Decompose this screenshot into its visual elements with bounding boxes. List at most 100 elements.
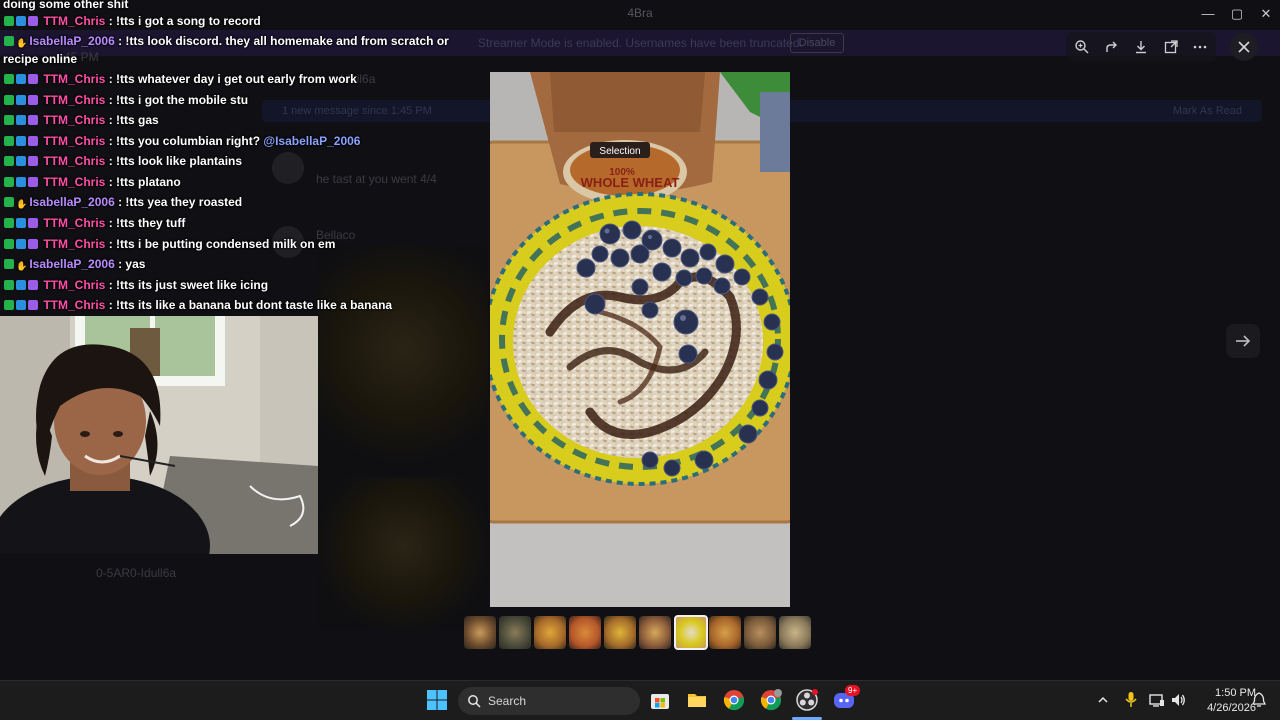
chrome-icon[interactable]: [723, 689, 745, 711]
thumbnail[interactable]: [744, 616, 776, 649]
mod-badge-icon: [4, 300, 14, 310]
microphone-icon[interactable]: [1124, 691, 1138, 709]
chat-line: TTM_Chris : !tts they tuff: [4, 215, 185, 233]
chat-mention[interactable]: @IsabellaP_2006: [263, 134, 360, 148]
chat-username[interactable]: TTM_Chris: [43, 278, 105, 292]
mod-badge-icon: [4, 239, 14, 249]
network-icon[interactable]: [1149, 692, 1165, 708]
message-image[interactable]: [318, 478, 488, 628]
chat-line: TTM_Chris : !tts whatever day i get out …: [4, 71, 357, 89]
prime-badge-icon: [16, 177, 26, 187]
sub-badge-icon: [28, 95, 38, 105]
clock-time: 1:50 PM: [1215, 687, 1256, 699]
hand-badge-icon: ✋: [16, 38, 28, 48]
mod-badge-icon: [4, 218, 14, 228]
chat-line: TTM_Chris : !tts you columbian right? @I…: [4, 133, 360, 151]
sub-badge-icon: [28, 280, 38, 290]
chat-username[interactable]: TTM_Chris: [43, 237, 105, 251]
image-viewer-toolbar: [1066, 32, 1216, 62]
chat-username[interactable]: IsabellaP_2006: [29, 195, 114, 209]
chat-username[interactable]: TTM_Chris: [43, 72, 105, 86]
thumbnail[interactable]: [604, 616, 636, 649]
notification-bell-icon[interactable]: [1252, 692, 1266, 708]
chat-line: ✋ IsabellaP_2006 : !tts yea they roasted: [4, 194, 242, 212]
chevron-up-icon[interactable]: [1097, 694, 1109, 706]
sub-badge-icon: [28, 218, 38, 228]
chat-message: : !tts i be putting condensed milk on em: [108, 237, 336, 251]
discord-notification-badge: 9+: [845, 685, 861, 696]
chat-line: TTM_Chris : !tts look like plantains: [4, 153, 242, 171]
open-external-icon[interactable]: [1163, 39, 1179, 55]
stream-chat-overlay: doing some other shit TTM_Chris : !tts i…: [0, 0, 480, 316]
close-icon: [1238, 41, 1250, 53]
mod-badge-icon: [4, 136, 14, 146]
hand-badge-icon: ✋: [16, 199, 28, 209]
hand-badge-icon: ✋: [16, 261, 28, 271]
chat-line: TTM_Chris : !tts its like a banana but d…: [4, 297, 392, 315]
mod-badge-icon: [4, 16, 14, 26]
chat-line: recipe online: [3, 51, 77, 69]
disable-streamer-mode-button[interactable]: Disable: [790, 33, 844, 53]
chat-username[interactable]: TTM_Chris: [43, 175, 105, 189]
download-icon[interactable]: [1133, 39, 1149, 55]
thumbnail[interactable]: [464, 616, 496, 649]
sub-badge-icon: [28, 239, 38, 249]
zoom-in-icon[interactable]: [1074, 39, 1090, 55]
sub-badge-icon: [28, 16, 38, 26]
chat-username[interactable]: TTM_Chris: [43, 113, 105, 127]
chat-username[interactable]: IsabellaP_2006: [29, 34, 114, 48]
thumbnail[interactable]: [639, 616, 671, 649]
close-viewer-button[interactable]: [1230, 33, 1258, 61]
chat-username[interactable]: TTM_Chris: [43, 93, 105, 107]
viewer-image[interactable]: Selection 100% WHOLE WHEAT: [490, 72, 790, 607]
chat-line: TTM_Chris : !tts gas: [4, 112, 159, 130]
thumbnail[interactable]: [709, 616, 741, 649]
sub-badge-icon: [28, 156, 38, 166]
more-options-icon[interactable]: [1192, 39, 1208, 55]
chat-username[interactable]: TTM_Chris: [43, 134, 105, 148]
channel-list-item[interactable]: 0-5AR0-Idull6a: [96, 566, 176, 580]
next-image-button[interactable]: [1226, 324, 1260, 358]
chat-message: : !tts platano: [108, 175, 181, 189]
system-clock[interactable]: 1:50 PM 4/26/2026: [1186, 686, 1256, 716]
microsoft-store-icon[interactable]: [649, 689, 671, 711]
mark-as-read-button[interactable]: Mark As Read: [1173, 105, 1242, 117]
prime-badge-icon: [16, 95, 26, 105]
chat-username[interactable]: TTM_Chris: [43, 154, 105, 168]
thumbnail[interactable]: [779, 616, 811, 649]
webcam-feed: [0, 316, 318, 554]
prime-badge-icon: [16, 115, 26, 125]
chat-line: TTM_Chris : !tts its just sweet like ici…: [4, 277, 268, 295]
chat-username[interactable]: IsabellaP_2006: [29, 257, 114, 271]
chat-line: doing some other shit: [3, 0, 128, 14]
mod-badge-icon: [4, 95, 14, 105]
mod-badge-icon: [4, 156, 14, 166]
streamer-mode-text: Streamer Mode is enabled. Usernames have…: [478, 36, 803, 50]
obs-icon[interactable]: [796, 689, 818, 711]
thumbnail-active[interactable]: [674, 615, 708, 650]
mod-badge-icon: [4, 177, 14, 187]
chat-message: : !tts look discord. they all homemake a…: [118, 34, 449, 48]
thumbnail[interactable]: [499, 616, 531, 649]
chat-line: TTM_Chris : !tts i got a song to record: [4, 13, 261, 31]
close-window-icon[interactable]: ✕: [1258, 6, 1274, 22]
chat-message: : !tts gas: [108, 113, 159, 127]
chat-username[interactable]: TTM_Chris: [43, 298, 105, 312]
taskbar: Search 9+ 1:50 PM 4/26/2026: [0, 680, 1280, 720]
minimize-icon[interactable]: —: [1200, 6, 1216, 22]
maximize-icon[interactable]: ▢: [1229, 6, 1245, 22]
forward-icon[interactable]: [1104, 39, 1120, 55]
windows-start-icon[interactable]: [426, 689, 448, 711]
chrome-profile-icon[interactable]: [760, 689, 782, 711]
prime-badge-icon: [16, 239, 26, 249]
thumbnail[interactable]: [569, 616, 601, 649]
chat-username[interactable]: TTM_Chris: [43, 14, 105, 28]
thumbnail[interactable]: [534, 616, 566, 649]
chat-username[interactable]: TTM_Chris: [43, 216, 105, 230]
file-explorer-icon[interactable]: [686, 689, 708, 711]
clock-date: 4/26/2026: [1207, 702, 1256, 714]
volume-icon[interactable]: [1170, 692, 1186, 708]
taskbar-search[interactable]: Search: [458, 687, 640, 715]
chat-message: : !tts i got the mobile stu: [108, 93, 249, 107]
mod-badge-icon: [4, 74, 14, 84]
